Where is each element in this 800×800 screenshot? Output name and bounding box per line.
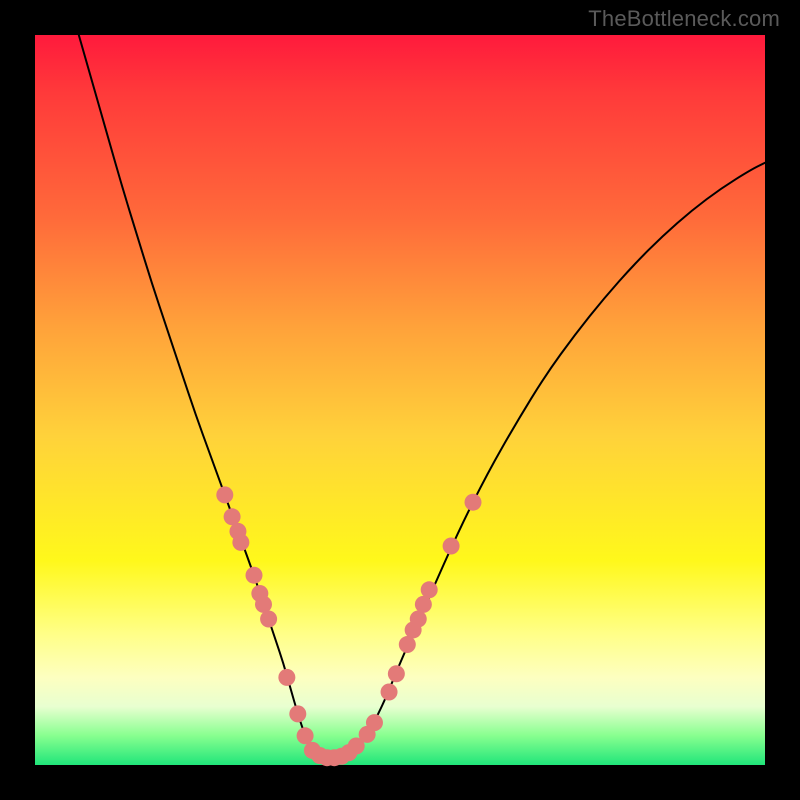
curve-marker [260, 611, 277, 628]
chart-stage: TheBottleneck.com [0, 0, 800, 800]
chart-svg [35, 35, 765, 765]
curve-marker [381, 684, 398, 701]
curve-marker [366, 714, 383, 731]
curve-marker [421, 581, 438, 598]
curve-marker [297, 727, 314, 744]
curve-marker [232, 534, 249, 551]
curve-marker [415, 596, 432, 613]
curve-markers [216, 486, 481, 766]
curve-marker [443, 538, 460, 555]
curve-marker [255, 596, 272, 613]
curve-marker [388, 665, 405, 682]
curve-marker [246, 567, 263, 584]
watermark-text: TheBottleneck.com [588, 6, 780, 32]
curve-marker [278, 669, 295, 686]
curve-marker [224, 508, 241, 525]
curve-marker [289, 705, 306, 722]
plot-area [35, 35, 765, 765]
bottleneck-curve [79, 35, 765, 758]
curve-marker [410, 611, 427, 628]
curve-marker [216, 486, 233, 503]
curve-marker [465, 494, 482, 511]
curve-marker [399, 636, 416, 653]
